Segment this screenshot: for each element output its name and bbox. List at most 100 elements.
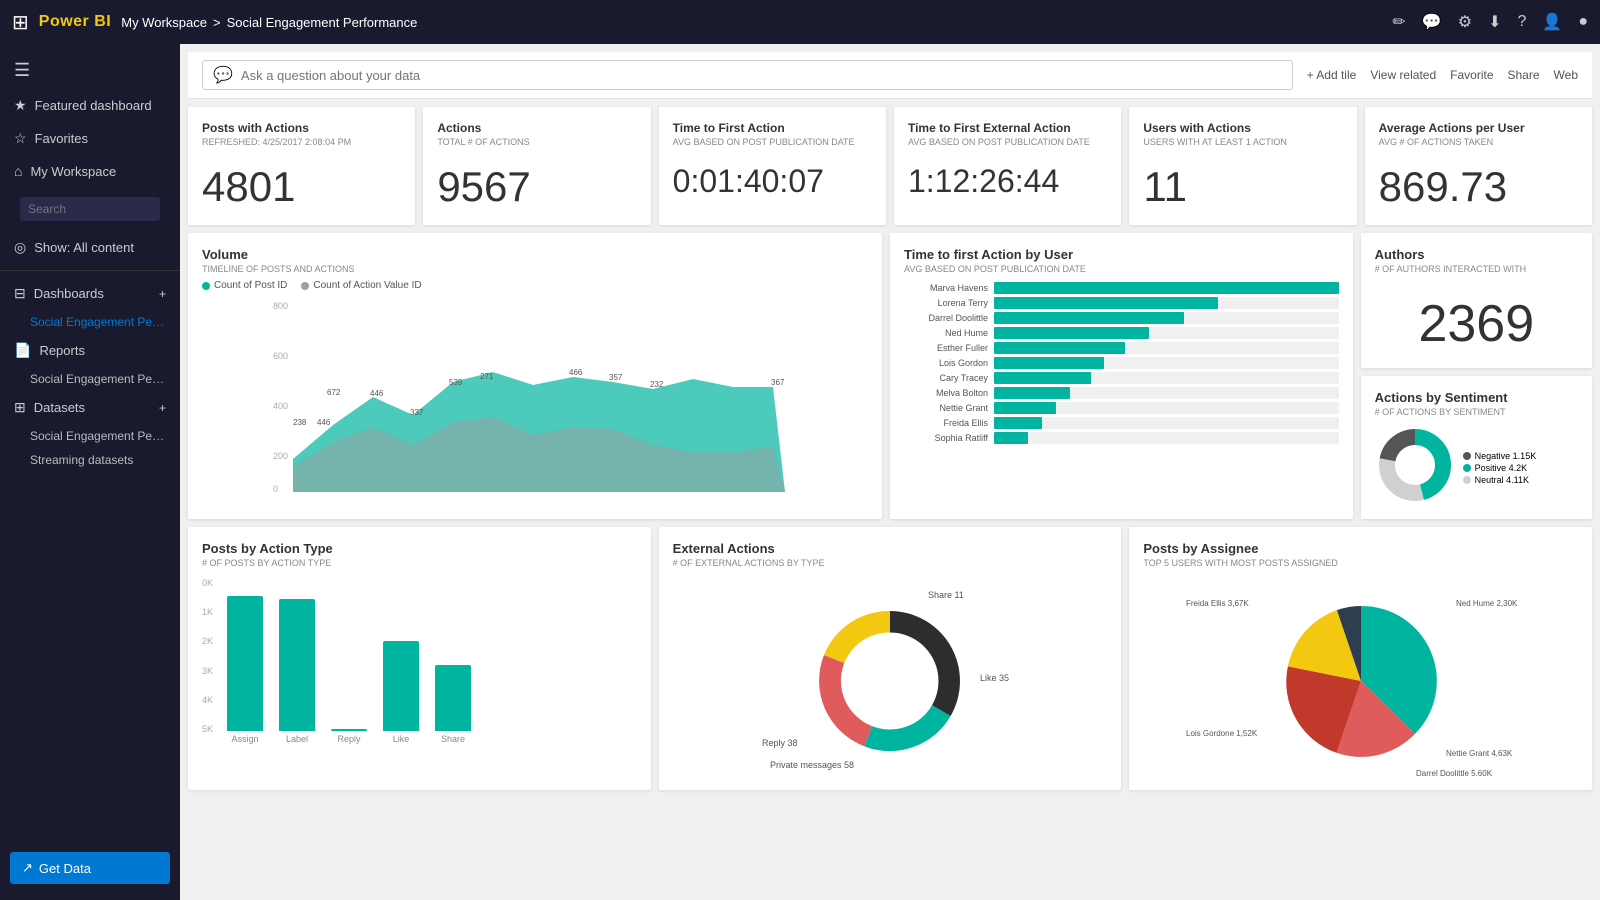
kpi-title-5: Average Actions per User bbox=[1379, 121, 1578, 135]
time-first-action-chart: Time to first Action by User AVG BASED O… bbox=[890, 233, 1353, 519]
sentiment-container: Negative 1.15K Positive 4.2K Neutral 4.1… bbox=[1375, 425, 1578, 505]
svg-text:Ned Hume 2,30K: Ned Hume 2,30K bbox=[1456, 599, 1518, 608]
svg-text:Nettie Grant 4,63K: Nettie Grant 4,63K bbox=[1446, 749, 1513, 758]
bar-track-1 bbox=[994, 297, 1339, 309]
add-tile-button[interactable]: + Add tile bbox=[1307, 68, 1357, 82]
sent-negative: Negative 1.15K bbox=[1463, 451, 1537, 461]
kpi-sub-2: AVG BASED ON POST PUBLICATION DATE bbox=[673, 137, 872, 147]
grid-icon[interactable]: ⊞ bbox=[12, 10, 29, 35]
legend-post: Count of Post ID bbox=[202, 280, 287, 291]
bar-row-10: Sophia Ratliff bbox=[904, 432, 1339, 444]
bar-row-9: Freida Ellis bbox=[904, 417, 1339, 429]
get-data-label: Get Data bbox=[39, 861, 91, 876]
avatar-icon[interactable]: ● bbox=[1578, 13, 1588, 31]
svg-text:446: 446 bbox=[317, 418, 331, 427]
sidebar-item-favorites[interactable]: ☆ Favorites bbox=[0, 122, 180, 155]
add-dataset-icon[interactable]: + bbox=[159, 401, 166, 415]
bar-label-7: Melva Bolton bbox=[904, 388, 994, 398]
sidebar-item-social-data[interactable]: Social Engagement Perfo... bbox=[0, 424, 180, 448]
download-icon[interactable]: ⬇ bbox=[1488, 12, 1501, 32]
bar-row-1: Lorena Terry bbox=[904, 297, 1339, 309]
sidebar-item-social-dash[interactable]: Social Engagement Perfo... bbox=[0, 310, 180, 334]
kpi-card-3: Time to First External Action AVG BASED … bbox=[894, 107, 1121, 225]
kpi-card-1: Actions TOTAL # OF ACTIONS 9567 bbox=[423, 107, 650, 225]
sidebar-footer: ↗ Get Data bbox=[0, 844, 180, 892]
ea-pie-area: Share 11 Like 35 Reply 38 Private messag… bbox=[673, 576, 1108, 776]
svg-text:Share 11: Share 11 bbox=[928, 590, 964, 600]
bar-track-3 bbox=[994, 327, 1339, 339]
hamburger-icon[interactable]: ☰ bbox=[0, 52, 180, 89]
help-icon[interactable]: ? bbox=[1518, 13, 1527, 31]
vbar-label-3: Like bbox=[393, 734, 410, 744]
svg-text:Like 35: Like 35 bbox=[980, 673, 1009, 683]
neutral-dot bbox=[1463, 476, 1471, 484]
svg-text:0: 0 bbox=[273, 484, 278, 494]
get-data-icon: ↗ bbox=[22, 860, 33, 876]
kpi-value-0: 4801 bbox=[202, 163, 401, 211]
kpi-title-1: Actions bbox=[437, 121, 636, 135]
qa-input[interactable] bbox=[241, 68, 1282, 83]
sidebar-item-dashboards[interactable]: ⊟ Dashboards + bbox=[0, 277, 180, 310]
pa-title: Posts by Assignee bbox=[1143, 541, 1578, 556]
bottom-row: Posts by Action Type # OF POSTS BY ACTIO… bbox=[188, 527, 1592, 790]
get-data-button[interactable]: ↗ Get Data bbox=[10, 852, 170, 884]
sidebar-item-social-rep[interactable]: Social Engagement Perfo... bbox=[0, 367, 180, 391]
divider-1 bbox=[0, 270, 180, 271]
svg-text:446: 446 bbox=[370, 389, 384, 398]
web-button[interactable]: Web bbox=[1554, 68, 1578, 82]
authors-sub: # OF AUTHORS INTERACTED WITH bbox=[1375, 264, 1578, 274]
add-dashboard-icon[interactable]: + bbox=[159, 287, 166, 301]
kpi-card-4: Users with Actions USERS WITH AT LEAST 1… bbox=[1129, 107, 1356, 225]
bar-fill-5 bbox=[994, 357, 1104, 369]
bar-track-5 bbox=[994, 357, 1339, 369]
bar-label-3: Ned Hume bbox=[904, 328, 994, 338]
sidebar-item-streaming[interactable]: Streaming datasets bbox=[0, 448, 180, 472]
user-icon[interactable]: 👤 bbox=[1542, 12, 1562, 32]
svg-text:Lois Gordone 1,52K: Lois Gordone 1,52K bbox=[1186, 729, 1258, 738]
bar-fill-2 bbox=[994, 312, 1184, 324]
volume-title: Volume bbox=[202, 247, 868, 262]
sidebar-item-datasets[interactable]: ⊞ Datasets + bbox=[0, 391, 180, 424]
settings-icon[interactable]: ⚙ bbox=[1458, 12, 1472, 32]
dashboard: Posts with Actions REFRESHED: 4/25/2017 … bbox=[188, 107, 1592, 790]
qa-icon: 💬 bbox=[213, 65, 233, 85]
bar-track-4 bbox=[994, 342, 1339, 354]
sidebar-item-featured[interactable]: ★ Featured dashboard bbox=[0, 89, 180, 122]
search-input[interactable] bbox=[20, 197, 160, 221]
bar-label-5: Lois Gordon bbox=[904, 358, 994, 368]
sidebar-item-reports[interactable]: 📄 Reports bbox=[0, 334, 180, 367]
kpi-value-4: 11 bbox=[1143, 163, 1342, 211]
bar-track-10 bbox=[994, 432, 1339, 444]
volume-sub: TIMELINE OF POSTS AND ACTIONS bbox=[202, 264, 868, 274]
kpi-sub-1: TOTAL # OF ACTIONS bbox=[437, 137, 636, 147]
workspace-icon: ⌂ bbox=[14, 163, 22, 179]
topbar: ⊞ Power BI My Workspace > Social Engagem… bbox=[0, 0, 1600, 44]
workspace-link[interactable]: My Workspace bbox=[121, 15, 207, 30]
dashboards-label: Dashboards bbox=[34, 286, 104, 301]
view-related-button[interactable]: View related bbox=[1370, 68, 1436, 82]
svg-text:271: 271 bbox=[480, 372, 494, 381]
comment-icon[interactable]: 💬 bbox=[1422, 12, 1442, 32]
datasets-icon: ⊞ bbox=[14, 399, 26, 416]
reports-label: Reports bbox=[39, 343, 85, 358]
main-layout: ☰ ★ Featured dashboard ☆ Favorites ⌂ My … bbox=[0, 44, 1600, 900]
show-icon: ◎ bbox=[14, 239, 26, 256]
svg-text:400: 400 bbox=[273, 401, 288, 411]
charts-row-1: Volume TIMELINE OF POSTS AND ACTIONS Cou… bbox=[188, 233, 1592, 519]
bar-fill-6 bbox=[994, 372, 1091, 384]
pa-sub: TOP 5 USERS WITH MOST POSTS ASSIGNED bbox=[1143, 558, 1578, 568]
bar-row-3: Ned Hume bbox=[904, 327, 1339, 339]
favorite-button[interactable]: Favorite bbox=[1450, 68, 1493, 82]
sidebar-item-workspace[interactable]: ⌂ My Workspace bbox=[0, 155, 180, 187]
edit-icon[interactable]: ✏ bbox=[1392, 12, 1405, 32]
kpi-title-2: Time to First Action bbox=[673, 121, 872, 135]
qa-bar[interactable]: 💬 bbox=[202, 60, 1293, 90]
negative-label: Negative 1.15K bbox=[1475, 451, 1537, 461]
time-sub: AVG BASED ON POST PUBLICATION DATE bbox=[904, 264, 1339, 274]
kpi-card-5: Average Actions per User AVG # OF ACTION… bbox=[1365, 107, 1592, 225]
show-label: Show: All content bbox=[34, 240, 134, 255]
share-button[interactable]: Share bbox=[1508, 68, 1540, 82]
sidebar-item-show[interactable]: ◎ Show: All content bbox=[0, 231, 180, 264]
vbar-col-0: Assign bbox=[227, 596, 263, 744]
posts-action-type-card: Posts by Action Type # OF POSTS BY ACTIO… bbox=[188, 527, 651, 790]
